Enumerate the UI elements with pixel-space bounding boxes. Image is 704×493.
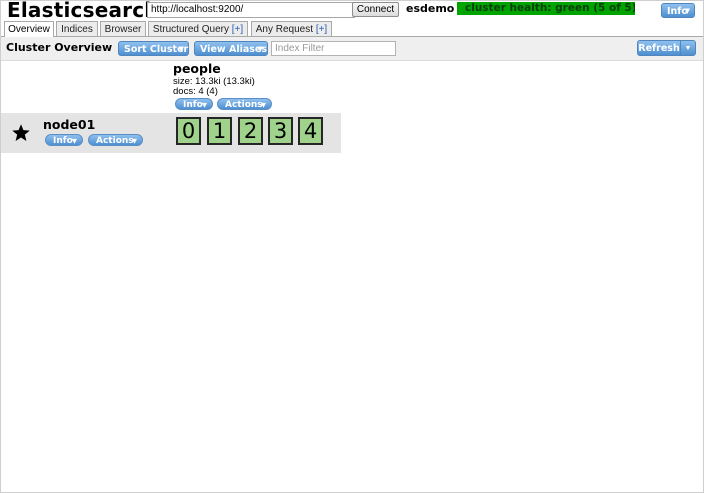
node-row: node01 Info ▼ Actions ▼ 0 1 2 3 4 <box>1 113 341 153</box>
tab-indices[interactable]: Indices <box>56 21 98 36</box>
chevron-down-icon: ▼ <box>202 101 207 109</box>
chevron-down-icon: ▼ <box>132 137 137 145</box>
chevron-down-icon: ▼ <box>261 101 266 109</box>
tab-any-request-label: Any Request <box>255 24 314 35</box>
tab-indices-label: Indices <box>61 24 93 35</box>
index-filter-input[interactable] <box>271 41 396 56</box>
sort-cluster-button[interactable]: Sort Cluster ▼ <box>118 41 189 56</box>
shard-1[interactable]: 1 <box>207 117 232 145</box>
connect-button[interactable]: Connect <box>352 2 399 17</box>
chevron-down-icon: ▼ <box>178 45 184 53</box>
tab-bar: Overview Indices Browser Structured Quer… <box>1 20 703 37</box>
tab-structured-query-plus[interactable]: [+] <box>232 24 243 35</box>
node-actions-button[interactable]: Actions ▼ <box>88 134 143 146</box>
app-title: Elasticsearch <box>7 0 159 22</box>
shard-4[interactable]: 4 <box>298 117 323 145</box>
cluster-name: esdemo <box>406 2 455 15</box>
chevron-down-icon: ▼ <box>72 137 77 145</box>
tab-any-request[interactable]: Any Request [+] <box>251 21 332 36</box>
chevron-down-icon: ▼ <box>684 45 692 52</box>
shard-2[interactable]: 2 <box>238 117 263 145</box>
cluster-url-input[interactable] <box>147 2 355 18</box>
tab-overview[interactable]: Overview <box>4 21 54 37</box>
page-title: Cluster Overview <box>6 41 113 54</box>
info-menu-button[interactable]: Info ▼ <box>661 3 695 18</box>
shard-3[interactable]: 3 <box>268 117 293 145</box>
index-actions-button[interactable]: Actions ▼ <box>217 98 272 110</box>
node-info-button[interactable]: Info ▼ <box>45 134 83 146</box>
refresh-dropdown-button[interactable]: ▼ <box>680 40 696 56</box>
index-name: people <box>173 61 221 76</box>
tab-structured-query-label: Structured Query <box>152 24 229 35</box>
tab-browser[interactable]: Browser <box>100 21 146 36</box>
index-info-button[interactable]: Info ▼ <box>175 98 213 110</box>
chevron-down-icon: ▼ <box>257 45 263 53</box>
chevron-down-icon: ▼ <box>684 7 690 15</box>
tab-structured-query[interactable]: Structured Query [+] <box>148 21 248 36</box>
tab-any-request-plus[interactable]: [+] <box>316 24 327 35</box>
node-info-label: Info <box>53 136 73 146</box>
shard-0[interactable]: 0 <box>176 117 201 145</box>
cluster-overview-toolbar: Cluster Overview Sort Cluster ▼ View Ali… <box>1 37 703 61</box>
index-actions-label: Actions <box>225 100 263 110</box>
app-window: Elasticsearch Connect esdemo cluster hea… <box>0 0 704 493</box>
tab-browser-label: Browser <box>104 24 142 35</box>
refresh-button[interactable]: Refresh <box>637 40 680 56</box>
view-aliases-button[interactable]: View Aliases ▼ <box>194 41 268 56</box>
cluster-health-badge: cluster health: green (5 of 5) <box>457 2 635 15</box>
node-name: node01 <box>43 117 96 132</box>
index-info-label: Info <box>183 100 203 110</box>
tab-overview-label: Overview <box>8 24 50 35</box>
star-icon <box>12 124 30 141</box>
node-actions-label: Actions <box>96 136 134 146</box>
index-docs: docs: 4 (4) <box>173 86 218 97</box>
